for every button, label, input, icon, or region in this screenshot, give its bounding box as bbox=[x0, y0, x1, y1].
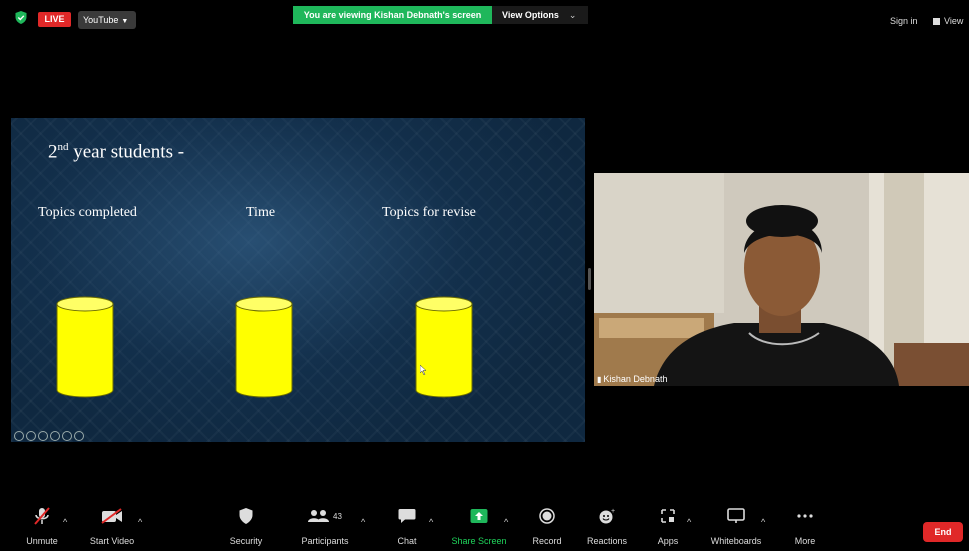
reactions-smiley-icon: + bbox=[599, 508, 615, 524]
youtube-label: YouTube bbox=[83, 15, 119, 25]
view-options-label: View Options bbox=[502, 10, 559, 20]
slide-title: 2nd year students - bbox=[48, 141, 184, 163]
share-screen-caret-icon[interactable]: ^ bbox=[504, 517, 508, 527]
whiteboards-caret-icon[interactable]: ^ bbox=[761, 517, 765, 527]
share-screen-button[interactable]: Share Screen bbox=[449, 505, 509, 551]
view-layout-icon bbox=[933, 18, 940, 25]
sign-in-link[interactable]: Sign in bbox=[890, 16, 918, 26]
yellow-cylinder-shape bbox=[235, 296, 293, 398]
slideshow-controls bbox=[14, 428, 86, 441]
live-badge[interactable]: LIVE bbox=[38, 12, 71, 27]
participant-video-tile: ▮ Kishan Debnath bbox=[594, 173, 969, 386]
start-video-label: Start Video bbox=[89, 536, 135, 546]
next-slide-icon[interactable] bbox=[26, 431, 36, 441]
whiteboard-icon bbox=[727, 508, 745, 523]
more-options-icon[interactable] bbox=[74, 431, 84, 441]
participants-icon bbox=[308, 510, 330, 522]
whiteboards-button[interactable]: Whiteboards bbox=[704, 505, 768, 551]
zoom-icon[interactable] bbox=[62, 431, 72, 441]
youtube-stream-dropdown[interactable]: YouTube ▼ bbox=[78, 11, 136, 29]
more-dots-icon bbox=[797, 514, 813, 518]
caret-down-icon: ▼ bbox=[121, 18, 129, 25]
chat-label: Chat bbox=[397, 536, 417, 546]
share-screen-icon bbox=[470, 509, 488, 523]
participants-count: 43 bbox=[333, 511, 342, 521]
previous-slide-icon[interactable] bbox=[14, 431, 24, 441]
mouse-cursor-icon bbox=[420, 365, 427, 375]
participants-label: Participants bbox=[301, 536, 349, 546]
audio-options-caret-icon[interactable]: ^ bbox=[63, 517, 67, 527]
participant-video-feed bbox=[594, 173, 969, 386]
chat-bubble-icon bbox=[398, 509, 416, 523]
more-button[interactable]: More bbox=[788, 505, 822, 551]
pen-tool-icon[interactable] bbox=[38, 431, 48, 441]
view-button[interactable]: View bbox=[933, 16, 963, 26]
apps-caret-icon[interactable]: ^ bbox=[687, 517, 691, 527]
shield-check-icon[interactable] bbox=[15, 11, 27, 24]
slides-grid-icon[interactable] bbox=[50, 431, 60, 441]
participants-button[interactable]: 43 Participants bbox=[298, 505, 352, 551]
reactions-label: Reactions bbox=[586, 536, 628, 546]
whiteboards-label: Whiteboards bbox=[710, 536, 762, 546]
topic-heading: Topics for revise bbox=[382, 205, 476, 220]
video-off-icon bbox=[101, 508, 122, 524]
record-button[interactable]: Record bbox=[528, 505, 566, 551]
slide-title-prefix: 2 bbox=[48, 141, 58, 163]
apps-button[interactable]: Apps bbox=[653, 505, 683, 551]
split-view-resize-handle[interactable] bbox=[588, 268, 591, 290]
muted-microphone-icon bbox=[34, 507, 50, 525]
viewing-screen-banner: You are viewing Kishan Debnath's screen bbox=[293, 6, 492, 24]
chat-button[interactable]: Chat bbox=[389, 505, 425, 551]
meeting-toolbar: Unmute ^ Start Video ^ Security 43 Parti… bbox=[0, 505, 969, 551]
svg-text:+: + bbox=[611, 508, 615, 515]
more-label: More bbox=[794, 536, 816, 546]
unmute-button[interactable]: Unmute bbox=[22, 505, 62, 551]
top-bar: LIVE YouTube ▼ You are viewing Kishan Deb… bbox=[0, 0, 969, 40]
chat-caret-icon[interactable]: ^ bbox=[429, 517, 433, 527]
signal-strength-icon: ▮ bbox=[597, 375, 602, 384]
view-options-button[interactable]: View Options ⌄ bbox=[492, 6, 588, 24]
participants-caret-icon[interactable]: ^ bbox=[361, 517, 365, 527]
yellow-cylinder-shape bbox=[56, 296, 114, 398]
record-icon bbox=[539, 508, 555, 524]
topic-heading: Topics completed bbox=[38, 205, 137, 220]
participant-name-tag: ▮ Kishan Debnath bbox=[597, 374, 667, 384]
yellow-cylinder-shape bbox=[415, 296, 473, 398]
shield-icon bbox=[239, 508, 253, 524]
share-screen-label: Share Screen bbox=[451, 536, 507, 546]
security-button[interactable]: Security bbox=[226, 505, 266, 551]
video-options-caret-icon[interactable]: ^ bbox=[138, 517, 142, 527]
apps-icon bbox=[661, 509, 675, 523]
apps-label: Apps bbox=[657, 536, 679, 546]
end-meeting-button[interactable]: End bbox=[923, 522, 963, 542]
record-label: Record bbox=[532, 536, 562, 546]
start-video-button[interactable]: Start Video bbox=[84, 505, 140, 551]
topic-heading: Time bbox=[246, 205, 276, 220]
security-label: Security bbox=[229, 536, 263, 546]
unmute-label: Unmute bbox=[26, 536, 58, 546]
view-label: View bbox=[944, 16, 964, 26]
chevron-down-icon: ⌄ bbox=[568, 10, 577, 20]
reactions-button[interactable]: + Reactions bbox=[584, 505, 630, 551]
slide-title-sup: nd bbox=[57, 141, 69, 153]
slide-title-suffix: year students - bbox=[68, 141, 185, 163]
participant-name: Kishan Debnath bbox=[603, 374, 668, 384]
shared-screen-slide: 2nd year students - Topics completed Tim… bbox=[11, 118, 585, 442]
